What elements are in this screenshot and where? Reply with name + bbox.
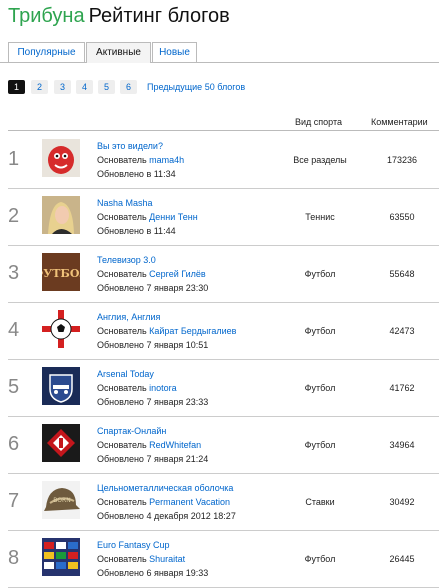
page-heading: Рейтинг блогов	[88, 5, 230, 27]
tab-popular[interactable]: Популярные	[8, 42, 85, 62]
table-row: 4 Англия, Англия Основатель Кайрат Берды…	[8, 302, 439, 360]
blog-title-link[interactable]: Спартак-Онлайн	[97, 426, 166, 436]
founder-link[interactable]: mama4h	[149, 155, 184, 165]
updated-time: Обновлено в 11:34	[97, 169, 176, 179]
svg-text:BORN: BORN	[53, 497, 70, 504]
table-row: 3 ФУТБОЛ Телевизор 3.0 Основатель Сергей…	[8, 245, 439, 303]
table-row: 5 Arsenal Today Основатель inotora Обнов…	[8, 359, 439, 417]
founder-line: Основатель mama4h	[97, 155, 184, 165]
comments-count: 41762	[389, 383, 415, 393]
page-4-button[interactable]: 4	[76, 80, 93, 94]
blog-title-link[interactable]: Arsenal Today	[97, 369, 154, 379]
tab-new[interactable]: Новые	[152, 42, 197, 62]
page-3-button[interactable]: 3	[54, 80, 71, 94]
comments-count: 42473	[389, 326, 415, 336]
rank-number: 5	[8, 376, 20, 398]
blog-title-link[interactable]: Euro Fantasy Cup	[97, 540, 170, 550]
founder-label: Основатель	[97, 326, 147, 336]
table-row: 7 BORN Цельнометаллическая оболочка Осно…	[8, 473, 439, 531]
sport-value: Футбол	[304, 554, 336, 564]
tab-active[interactable]: Активные	[86, 42, 151, 63]
updated-time: Обновлено 7 января 23:30	[97, 283, 209, 293]
founder-label: Основатель	[97, 497, 147, 507]
column-header-comments[interactable]: Комментарии	[371, 117, 428, 127]
founder-link[interactable]: Сергей Гилёв	[149, 269, 206, 279]
founder-line: Основатель Сергей Гилёв	[97, 269, 206, 279]
arsenal-crest-icon[interactable]	[42, 367, 80, 405]
portrait-icon[interactable]	[42, 196, 80, 234]
column-header-sport[interactable]: Вид спорта	[295, 117, 342, 127]
blog-title-link[interactable]: Телевизор 3.0	[97, 255, 156, 265]
sport-value: Футбол	[304, 269, 336, 279]
blog-title-link[interactable]: Nasha Masha	[97, 198, 153, 208]
table-header: Вид спорта Комментарии	[8, 114, 439, 131]
rank-number: 8	[8, 547, 20, 569]
updated-time: Обновлено 7 января 21:24	[97, 454, 209, 464]
founder-link[interactable]: inotora	[149, 383, 177, 393]
founder-line: Основатель Кайрат Бердыгалиев	[97, 326, 236, 336]
comments-count: 30492	[389, 497, 415, 507]
founder-line: Основатель RedWhitefan	[97, 440, 201, 450]
founder-label: Основатель	[97, 269, 147, 279]
founder-line: Основатель Permanent Vacation	[97, 497, 230, 507]
sport-value: Футбол	[304, 440, 336, 450]
founder-label: Основатель	[97, 212, 147, 222]
founder-line: Основатель inotora	[97, 383, 177, 393]
comments-count: 173236	[386, 155, 418, 165]
rank-number: 1	[8, 148, 20, 170]
updated-time: Обновлено 6 января 19:33	[97, 568, 209, 578]
founder-label: Основатель	[97, 383, 147, 393]
previous-blogs-link[interactable]: Предыдущие 50 блогов	[147, 82, 245, 92]
rank-number: 4	[8, 319, 20, 341]
sport-value: Футбол	[304, 326, 336, 336]
sport-value: Ставки	[305, 497, 335, 507]
founder-link[interactable]: Денни Тенн	[149, 212, 198, 222]
page-2-button[interactable]: 2	[31, 80, 48, 94]
comments-count: 63550	[389, 212, 415, 222]
rank-number: 2	[8, 205, 20, 227]
helmet-icon[interactable]: BORN	[42, 481, 80, 519]
comments-count: 34964	[389, 440, 415, 450]
futbol-text-icon[interactable]: ФУТБОЛ	[42, 253, 80, 291]
page-title: Трибуна Рейтинг блогов	[8, 3, 230, 29]
founder-line: Основатель Shuraitat	[97, 554, 185, 564]
sport-value: Все разделы	[293, 155, 347, 165]
updated-time: Обновлено 7 января 23:33	[97, 397, 209, 407]
table-row: 2 Nasha Masha Основатель Денни Тенн Обно…	[8, 188, 439, 246]
founder-label: Основатель	[97, 554, 147, 564]
table-row: 1 Вы это видели? Основатель mama4h Обнов…	[8, 131, 439, 189]
sport-value: Футбол	[304, 383, 336, 393]
flags-icon[interactable]	[42, 538, 80, 576]
updated-time: Обновлено в 11:44	[97, 226, 176, 236]
comments-count: 55648	[389, 269, 415, 279]
rank-number: 6	[8, 433, 20, 455]
brand-name[interactable]: Трибуна	[8, 5, 85, 27]
blog-title-link[interactable]: Англия, Англия	[97, 312, 160, 322]
table-row: 8 Euro Fantasy Cup Основатель Shuraitat …	[8, 530, 439, 588]
spartak-logo-icon[interactable]	[42, 424, 80, 462]
founder-link[interactable]: RedWhitefan	[149, 440, 201, 450]
founder-line: Основатель Денни Тенн	[97, 212, 198, 222]
comments-count: 26445	[389, 554, 415, 564]
svg-text:ФУТБОЛ: ФУТБОЛ	[42, 267, 80, 280]
page-6-button[interactable]: 6	[120, 80, 137, 94]
page-5-button[interactable]: 5	[98, 80, 115, 94]
blog-title-link[interactable]: Цельнометаллическая оболочка	[97, 483, 233, 493]
founder-link[interactable]: Permanent Vacation	[149, 497, 230, 507]
rank-number: 3	[8, 262, 20, 284]
updated-time: Обновлено 4 декабря 2012 18:27	[97, 511, 236, 521]
blog-title-link[interactable]: Вы это видели?	[97, 141, 163, 151]
england-ball-icon[interactable]	[42, 310, 80, 348]
red-mascot-icon[interactable]	[42, 139, 80, 177]
founder-label: Основатель	[97, 155, 147, 165]
founder-label: Основатель	[97, 440, 147, 450]
sport-value: Теннис	[305, 212, 335, 222]
page-1-button[interactable]: 1	[8, 80, 25, 94]
table-row: 6 Спартак-Онлайн Основатель RedWhitefan …	[8, 416, 439, 474]
updated-time: Обновлено 7 января 10:51	[97, 340, 209, 350]
founder-link[interactable]: Кайрат Бердыгалиев	[149, 326, 236, 336]
tab-bar: Популярные Активные Новые	[0, 42, 439, 63]
founder-link[interactable]: Shuraitat	[149, 554, 185, 564]
rank-number: 7	[8, 490, 20, 512]
